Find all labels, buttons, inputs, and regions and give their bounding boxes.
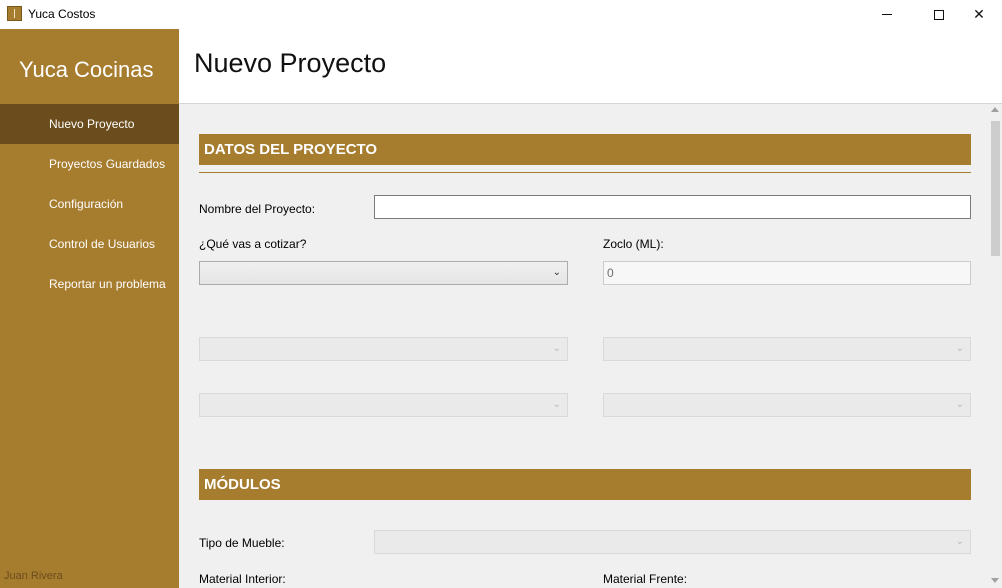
- current-user: Juan Rivera: [4, 570, 63, 582]
- title-bar: Yuca Costos ✕: [0, 0, 1002, 29]
- vertical-scrollbar[interactable]: [989, 104, 1002, 588]
- sidebar-item-control-usuarios[interactable]: Control de Usuarios: [0, 224, 179, 264]
- sidebar-nav: Nuevo Proyecto Proyectos Guardados Confi…: [0, 104, 179, 304]
- chevron-down-icon: ⌄: [552, 267, 561, 278]
- zoclo-label: Zoclo (ML):: [603, 237, 664, 251]
- sidebar-item-proyectos-guardados[interactable]: Proyectos Guardados: [0, 144, 179, 184]
- material-interior-label: Material Interior:: [199, 572, 286, 586]
- form-content: DATOS DEL PROYECTO Nombre del Proyecto: …: [179, 104, 989, 588]
- minimize-icon: [882, 14, 892, 15]
- sidebar: Yuca Cocinas Nuevo Proyecto Proyectos Gu…: [0, 29, 179, 588]
- chevron-down-icon: ⌄: [552, 343, 561, 354]
- section-divider: [199, 172, 971, 173]
- chevron-down-icon: ⌄: [552, 399, 561, 410]
- chevron-down-icon: ⌄: [955, 399, 964, 410]
- sidebar-item-reportar-problema[interactable]: Reportar un problema: [0, 264, 179, 304]
- nombre-proyecto-label: Nombre del Proyecto:: [199, 202, 316, 216]
- option-dropdown-2[interactable]: ⌄: [603, 337, 971, 361]
- chevron-down-icon: ⌄: [955, 536, 964, 547]
- sidebar-item-nuevo-proyecto[interactable]: Nuevo Proyecto: [0, 104, 179, 144]
- sidebar-item-configuracion[interactable]: Configuración: [0, 184, 179, 224]
- close-button[interactable]: ✕: [956, 0, 1002, 29]
- page-header: Nuevo Proyecto: [179, 29, 1002, 104]
- section-header-modulos: MÓDULOS: [199, 469, 971, 500]
- maximize-icon: [934, 9, 944, 20]
- scroll-up-icon[interactable]: [991, 107, 999, 112]
- option-dropdown-3[interactable]: ⌄: [199, 393, 568, 417]
- scroll-thumb[interactable]: [991, 121, 1000, 256]
- material-frente-label: Material Frente:: [603, 572, 688, 586]
- app-icon: [7, 6, 22, 21]
- close-icon: ✕: [973, 6, 985, 22]
- section-header-datos: DATOS DEL PROYECTO: [199, 134, 971, 165]
- minimize-button[interactable]: [864, 0, 910, 29]
- scroll-down-icon[interactable]: [991, 578, 999, 583]
- zoclo-input[interactable]: 0: [603, 261, 971, 285]
- nombre-proyecto-input[interactable]: [374, 195, 971, 219]
- window-title: Yuca Costos: [28, 7, 96, 21]
- tipo-mueble-label: Tipo de Mueble:: [199, 536, 285, 550]
- cotizar-label: ¿Qué vas a cotizar?: [199, 237, 307, 251]
- option-dropdown-4[interactable]: ⌄: [603, 393, 971, 417]
- option-dropdown-1[interactable]: ⌄: [199, 337, 568, 361]
- cotizar-dropdown[interactable]: ⌄: [199, 261, 568, 285]
- brand-title: Yuca Cocinas: [19, 57, 154, 82]
- tipo-mueble-dropdown[interactable]: ⌄: [374, 530, 971, 554]
- page-title: Nuevo Proyecto: [194, 48, 387, 78]
- chevron-down-icon: ⌄: [955, 343, 964, 354]
